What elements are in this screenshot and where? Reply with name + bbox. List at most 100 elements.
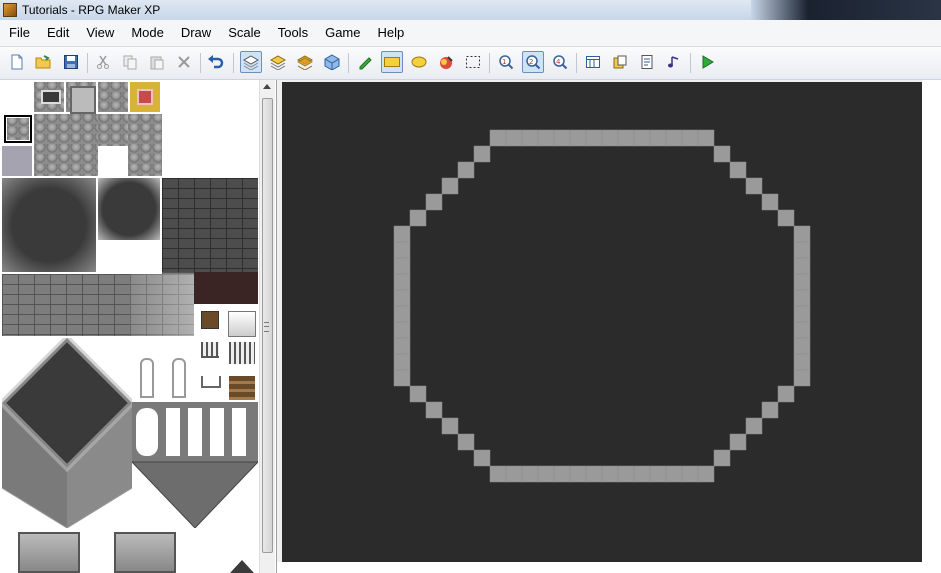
door-tile[interactable] (114, 532, 176, 573)
dark-floor-tile[interactable] (2, 178, 96, 272)
menu-mode[interactable]: Mode (122, 20, 172, 46)
floor-tile[interactable] (128, 114, 162, 176)
map-canvas[interactable] (282, 82, 922, 562)
dark-red-floor-tile[interactable] (194, 272, 258, 304)
copy-button[interactable] (119, 51, 141, 73)
delete-button[interactable] (173, 51, 195, 73)
tile-lavender[interactable] (2, 146, 32, 176)
layer-3-button[interactable] (294, 51, 316, 73)
menu-tools[interactable]: Tools (269, 20, 316, 46)
wall-tile (457, 161, 475, 179)
wall-tile (601, 129, 619, 147)
wall-tile (393, 257, 411, 275)
wall-tile (697, 465, 715, 483)
zoom-1-4-button[interactable]: 4 (549, 51, 571, 73)
events-layer-icon (323, 54, 341, 70)
wall-tile (633, 129, 651, 147)
autotile-1-detail (41, 90, 61, 104)
wall-tile (537, 465, 555, 483)
cut-button[interactable] (92, 51, 114, 73)
toolbar-separator (489, 53, 490, 73)
script-editor-button[interactable] (636, 51, 658, 73)
layer-1-icon (242, 54, 260, 70)
floor-tile[interactable] (98, 114, 128, 146)
tileset-panel[interactable] (0, 80, 277, 573)
flood-fill-button[interactable] (435, 51, 457, 73)
railing-tile[interactable] (201, 342, 219, 358)
new-project-button[interactable] (6, 51, 28, 73)
map-area-border (277, 562, 941, 573)
toolbar-separator (200, 53, 201, 73)
menu-help[interactable]: Help (368, 20, 412, 46)
wall-tile (441, 417, 459, 435)
toolbar: 1 2 4 (0, 47, 941, 80)
layer-1-button[interactable] (240, 51, 262, 73)
wall-tile (553, 129, 571, 147)
roof-tile[interactable] (230, 560, 254, 573)
playtest-icon (699, 54, 715, 70)
svg-text:1: 1 (502, 58, 506, 66)
app-icon (3, 3, 17, 17)
rectangle-button[interactable] (381, 51, 403, 73)
tileset-palette[interactable] (0, 80, 258, 573)
menu-scale[interactable]: Scale (219, 20, 269, 46)
sound-test-button[interactable] (663, 51, 685, 73)
menu-draw[interactable]: Draw (172, 20, 219, 46)
save-project-button[interactable] (60, 51, 82, 73)
table-tile[interactable] (201, 376, 221, 388)
wall-tile (489, 465, 507, 483)
select-icon (465, 55, 481, 69)
toolbar-separator (690, 53, 691, 73)
wall-tile (393, 305, 411, 323)
menu-view[interactable]: View (77, 20, 122, 46)
selected-tile[interactable] (4, 115, 32, 143)
menu-game[interactable]: Game (316, 20, 368, 46)
open-project-button[interactable] (33, 51, 55, 73)
wall-tile (393, 337, 411, 355)
select-button[interactable] (462, 51, 484, 73)
sound-test-icon (666, 54, 682, 70)
toolbar-separator (576, 53, 577, 73)
empty-tile[interactable] (98, 240, 160, 272)
materialbase-icon (612, 54, 628, 70)
zoom-1-2-button[interactable]: 2 (522, 51, 544, 73)
events-layer-button[interactable] (321, 51, 343, 73)
ellipse-button[interactable] (408, 51, 430, 73)
wall-tile (473, 145, 491, 163)
shelf-tile[interactable] (229, 376, 255, 400)
counter-tile[interactable] (228, 311, 256, 337)
wall-tile (793, 305, 811, 323)
floor-tiles[interactable] (34, 114, 98, 176)
autotile-3[interactable] (98, 82, 128, 112)
dark-floor-tile[interactable] (98, 178, 160, 240)
materialbase-button[interactable] (609, 51, 631, 73)
pencil-button[interactable] (354, 51, 376, 73)
layer-2-button[interactable] (267, 51, 289, 73)
database-button[interactable] (582, 51, 604, 73)
wall-tile (489, 129, 507, 147)
scroll-up-arrow-icon[interactable] (263, 84, 271, 89)
empty-tile[interactable] (98, 146, 128, 176)
playtest-button[interactable] (696, 51, 718, 73)
wall-tile (761, 193, 779, 211)
svg-text:4: 4 (556, 58, 561, 66)
zoom-1-1-button[interactable]: 1 (495, 51, 517, 73)
wall-tile (761, 401, 779, 419)
menu-edit[interactable]: Edit (38, 20, 77, 46)
bookshelf-tile[interactable] (201, 311, 219, 329)
arch-tile[interactable] (172, 358, 186, 398)
arch-tile[interactable] (140, 358, 154, 398)
undo-button[interactable] (205, 51, 227, 73)
brick-wall-tiles[interactable] (162, 178, 258, 272)
paste-button[interactable] (146, 51, 168, 73)
railing-tile[interactable] (229, 342, 255, 364)
wall-tile (393, 369, 411, 387)
wall-tile (777, 209, 795, 227)
wall-tile (601, 465, 619, 483)
tileset-scrollbar[interactable] (259, 80, 275, 573)
zoom-1-2-icon: 2 (525, 54, 541, 70)
menu-file[interactable]: File (0, 20, 38, 46)
door-tile[interactable] (18, 532, 80, 573)
wall-tile (393, 225, 411, 243)
wall-tile (649, 129, 667, 147)
